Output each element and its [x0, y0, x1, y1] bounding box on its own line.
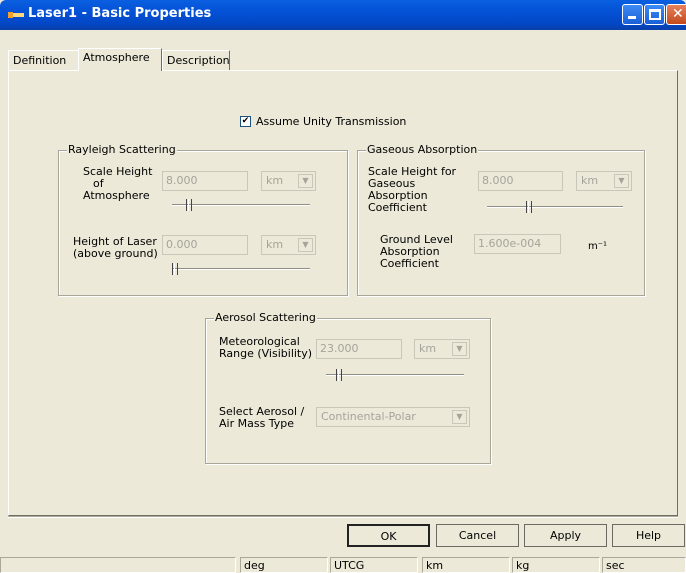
- cancel-button[interactable]: Cancel: [436, 524, 519, 547]
- tab-definition[interactable]: Definition: [8, 50, 80, 70]
- aerosol-group-title: Aerosol Scattering: [214, 311, 317, 324]
- aerosol-type-select[interactable]: Continental-Polar ▼: [316, 407, 470, 427]
- meteorological-range-input[interactable]: 23.000: [316, 339, 402, 359]
- ground-level-absorption-input[interactable]: 1.600e-004: [474, 234, 561, 254]
- status-cell-angle-unit: deg: [240, 557, 328, 573]
- chevron-down-icon: ▼: [614, 174, 629, 188]
- minimize-button[interactable]: [622, 4, 643, 25]
- height-of-laser-slider[interactable]: [172, 263, 310, 275]
- gaseous-scale-height-label: Scale Height for Gaseous Absorption Coef…: [368, 165, 457, 214]
- meteorological-range-slider[interactable]: [326, 369, 464, 381]
- status-cell-main: [0, 557, 236, 573]
- ground-level-absorption-label: Ground Level Absorption Coefficient: [380, 233, 453, 270]
- separator: [8, 516, 678, 518]
- help-button[interactable]: Help: [612, 524, 685, 547]
- height-of-laser-input[interactable]: 0.000: [162, 235, 248, 255]
- absorption-unit-label: m⁻¹: [588, 241, 608, 252]
- status-cell-distance-unit: km: [422, 557, 510, 573]
- close-button[interactable]: ✕: [666, 4, 686, 25]
- close-icon: ✕: [672, 6, 684, 22]
- ok-button[interactable]: OK: [347, 524, 430, 547]
- status-cell-time-unit: UTCG: [330, 557, 418, 573]
- apply-button[interactable]: Apply: [524, 524, 607, 547]
- status-bar: deg UTCG km kg sec: [0, 555, 686, 573]
- unity-transmission-label: Assume Unity Transmission: [256, 115, 407, 128]
- meteorological-range-label: Meteorological Range (Visibility): [219, 335, 313, 360]
- aerosol-type-label: Select Aerosol / Air Mass Type: [219, 405, 305, 430]
- dialog-window: Laser1 - Basic Properties ✕ Definition A…: [0, 0, 686, 573]
- chevron-down-icon: ▼: [452, 410, 467, 424]
- scale-height-label: Scale Height of Atmosphere: [83, 165, 153, 202]
- scale-height-input[interactable]: 8.000: [162, 171, 248, 191]
- maximize-button[interactable]: [644, 4, 665, 25]
- height-of-laser-unit-select[interactable]: km ▼: [261, 235, 316, 255]
- gaseous-group-title: Gaseous Absorption: [366, 143, 479, 156]
- window-title: Laser1 - Basic Properties: [28, 6, 212, 21]
- laser-icon: [8, 12, 24, 18]
- maximize-icon: [649, 9, 661, 20]
- chevron-down-icon: ▼: [298, 238, 313, 252]
- minimize-icon: [628, 16, 636, 19]
- gaseous-scale-height-unit-select[interactable]: km ▼: [576, 171, 632, 191]
- gaseous-scale-height-input[interactable]: 8.000: [478, 171, 563, 191]
- status-cell-mass-unit: kg: [512, 557, 600, 573]
- height-of-laser-label: Height of Laser (above ground): [73, 235, 158, 260]
- scale-height-unit-select[interactable]: km ▼: [261, 171, 316, 191]
- status-cell-duration-unit: sec: [602, 557, 686, 573]
- tab-strip: Definition Atmosphere Description: [8, 48, 678, 71]
- scale-height-slider[interactable]: [172, 199, 310, 211]
- title-bar[interactable]: Laser1 - Basic Properties ✕: [0, 0, 686, 30]
- tab-description[interactable]: Description: [162, 50, 230, 70]
- chevron-down-icon: ▼: [298, 174, 313, 188]
- unity-transmission-checkbox[interactable]: ✔: [240, 116, 251, 127]
- rayleigh-group-title: Rayleigh Scattering: [67, 143, 177, 156]
- meteorological-range-unit-select[interactable]: km ▼: [414, 339, 470, 359]
- chevron-down-icon: ▼: [452, 342, 467, 356]
- gaseous-scale-height-slider[interactable]: [487, 201, 623, 213]
- tab-atmosphere[interactable]: Atmosphere: [78, 48, 162, 71]
